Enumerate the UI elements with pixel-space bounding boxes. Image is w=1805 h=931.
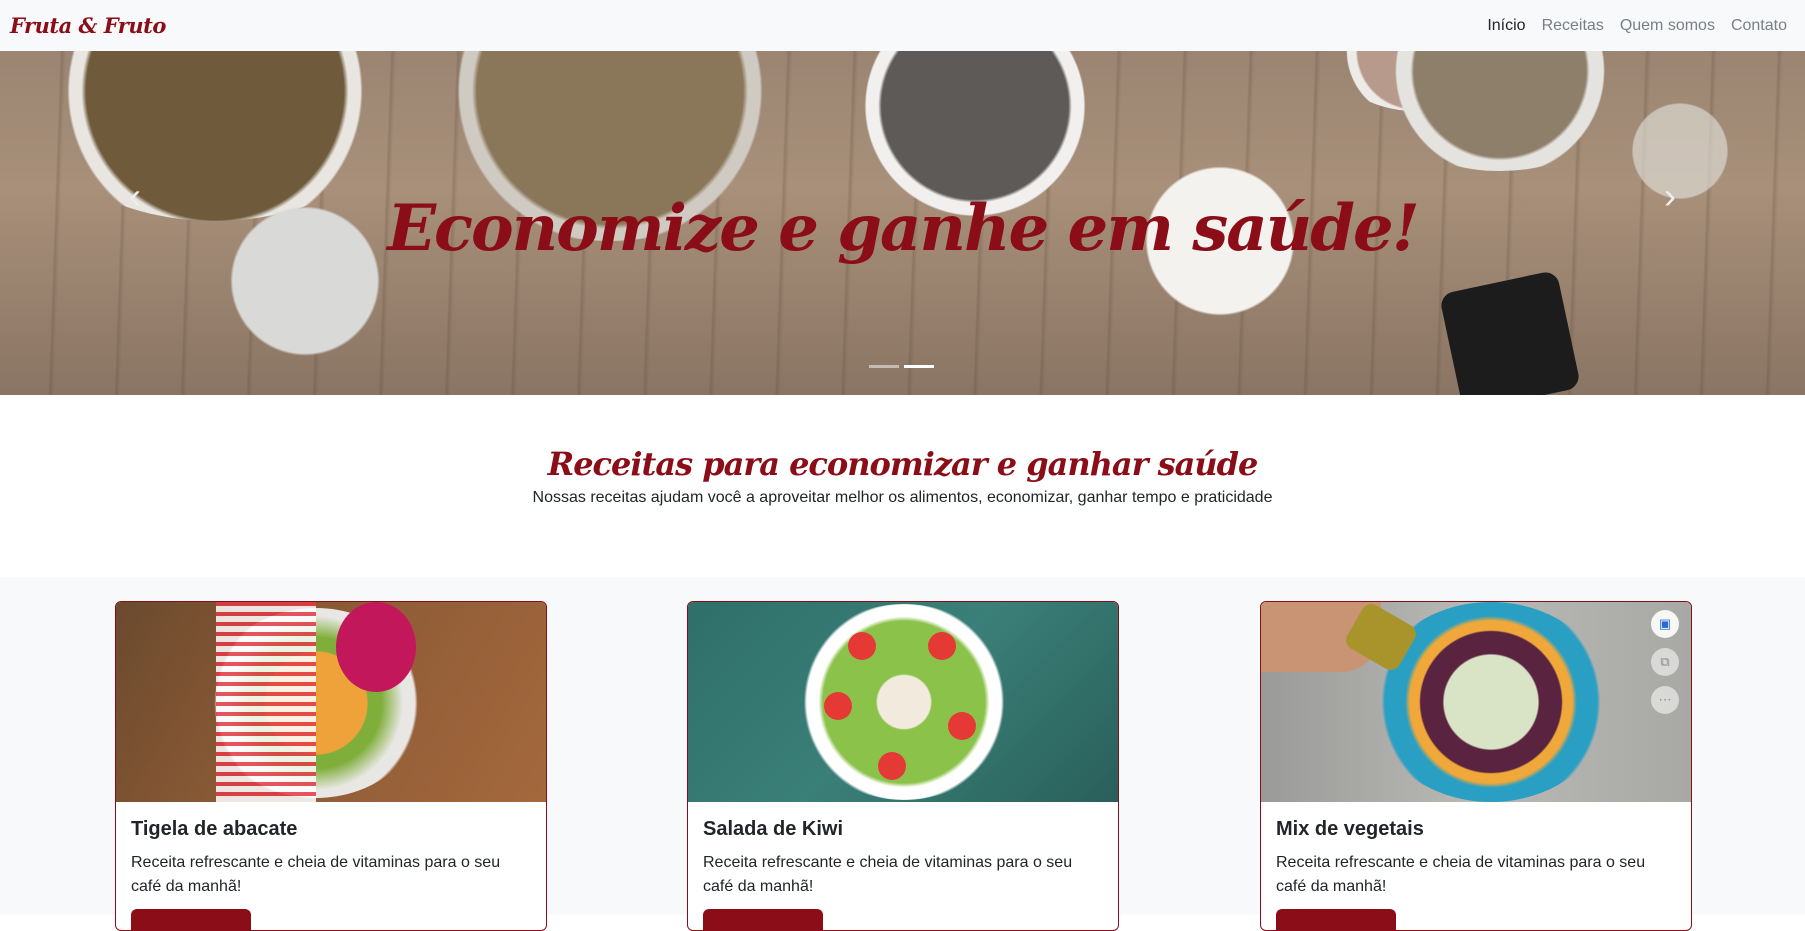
recipe-card-button[interactable] [1276,909,1396,930]
nav-link-receitas[interactable]: Receitas [1534,17,1612,35]
recipe-card-image: ▣ ⧉ ⋯ [1261,602,1691,802]
recipe-card-image [688,602,1118,802]
nav-links: Início Receitas Quem somos Contato [1479,17,1795,35]
carousel-indicator-active[interactable] [904,365,934,368]
recipe-card: Salada de Kiwi Receita refrescante e che… [687,601,1119,931]
recipe-card-title: Mix de vegetais [1276,818,1424,840]
recipe-card-text: Receita refrescante e cheia de vitaminas… [131,854,501,895]
recipe-card-text: Receita refrescante e cheia de vitaminas… [703,854,1073,895]
recipe-card-body: Salada de Kiwi Receita refrescante e che… [688,802,1118,930]
carousel-prev-button[interactable]: ‹ [120,175,150,216]
more-icon[interactable]: ⋯ [1651,686,1679,714]
recipe-card-body: Tigela de abacate Receita refrescante e … [116,802,546,930]
carousel-next-button[interactable]: › [1655,175,1685,216]
chevron-right-icon: › [1664,175,1676,216]
hero-photo-bowl [1360,51,1640,171]
recipe-card-text: Receita refrescante e cheia de vitaminas… [1276,854,1646,895]
recipe-card-button[interactable] [131,909,251,930]
hero-carousel: Economize e ganhe em saúde! ‹ › [0,51,1805,395]
recipe-card: ▣ ⧉ ⋯ Mix de vegetais Receita refrescant… [1260,601,1692,931]
intro-section: Receitas para economizar e ganhar saúde … [0,395,1805,577]
navbar: Fruta & Fruto Início Receitas Quem somos… [0,0,1805,51]
nav-link-inicio[interactable]: Início [1479,17,1533,35]
hero-caption: Economize e ganhe em saúde! [387,191,1420,266]
recipe-card-body: Mix de vegetais Receita refrescante e ch… [1261,802,1691,930]
copy-image-icon[interactable]: ⧉ [1651,648,1679,676]
carousel-indicators [869,365,934,368]
hero-photo-phone [1438,269,1582,395]
recipes-section: Tigela de abacate Receita refrescante e … [0,577,1805,931]
recipe-card: Tigela de abacate Receita refrescante e … [115,601,547,931]
recipe-card-title: Salada de Kiwi [703,818,844,840]
nav-link-contato[interactable]: Contato [1723,17,1795,35]
intro-title: Receitas para economizar e ganhar saúde [547,445,1259,483]
chevron-left-icon: ‹ [129,175,141,216]
image-tools: ▣ ⧉ ⋯ [1645,610,1685,714]
nav-link-quem-somos[interactable]: Quem somos [1612,17,1723,35]
recipe-card-image [116,602,546,802]
intro-subtitle: Nossas receitas ajudam você a aproveitar… [532,489,1273,506]
recipe-card-button[interactable] [703,909,823,930]
brand-logo[interactable]: Fruta & Fruto [10,13,166,38]
recipe-card-title: Tigela de abacate [131,818,298,840]
visual-search-icon[interactable]: ▣ [1651,610,1679,638]
carousel-indicator[interactable] [869,365,899,368]
